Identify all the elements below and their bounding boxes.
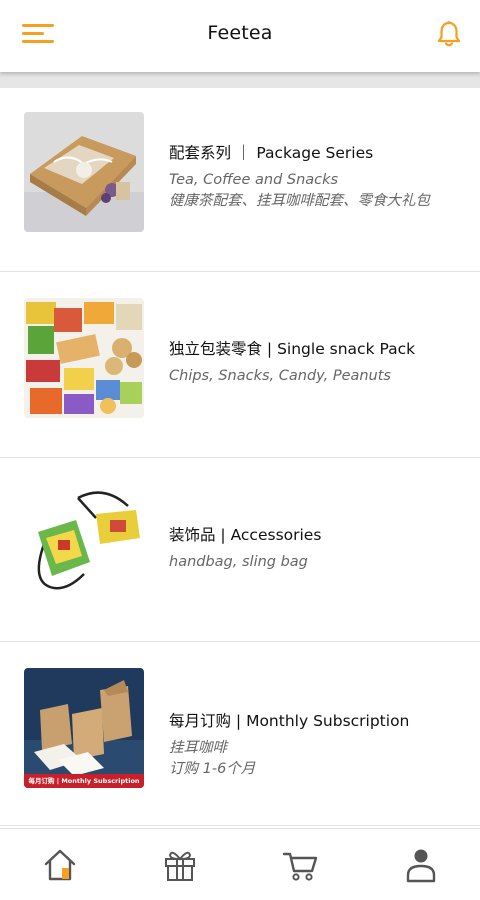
- category-item-monthly-subscription[interactable]: 每月订购 | Monthly Subscription 每月订购 | Month…: [0, 642, 480, 826]
- category-subtitle: 挂耳咖啡: [169, 740, 227, 756]
- category-info: 独立包装零食 | Single snack Pack Chips, Snacks…: [169, 338, 469, 387]
- category-title: 每月订购 | Monthly Subscription: [169, 712, 410, 730]
- category-subtitle: 订购 1-6个月: [169, 761, 256, 777]
- category-title: 装饰品 | Accessories: [169, 526, 322, 544]
- gift-package-photo: [24, 112, 144, 232]
- category-item-single-snack-pack[interactable]: 独立包装零食 | Single snack Pack Chips, Snacks…: [0, 272, 480, 458]
- category-title: 独立包装零食 | Single snack Pack: [169, 340, 416, 358]
- category-subtitle: Chips, Snacks, Candy, Peanuts: [169, 368, 391, 384]
- app-header: Feetea: [0, 0, 480, 72]
- sling-bag-photo: [24, 484, 144, 604]
- snack-packs-photo: [24, 298, 144, 418]
- category-subtitle: Tea, Coffee and Snacks: [169, 172, 339, 188]
- category-item-package-series[interactable]: 配套系列 ｜ Package Series Tea, Coffee and Sn…: [0, 88, 480, 272]
- category-item-accessories[interactable]: 装饰品 | Accessories handbag, sling bag: [0, 458, 480, 642]
- image-banner-text: 每月订购 | Monthly Subscription: [28, 777, 140, 785]
- bell-icon[interactable]: [436, 20, 462, 48]
- category-info: 装饰品 | Accessories handbag, sling bag: [169, 524, 469, 573]
- cart-icon[interactable]: [282, 847, 318, 883]
- bottom-nav: [0, 828, 480, 900]
- app-title: Feetea: [207, 22, 273, 44]
- gift-icon[interactable]: [162, 847, 198, 883]
- category-subtitle: handbag, sling bag: [169, 554, 308, 570]
- category-list: 配套系列 ｜ Package Series Tea, Coffee and Sn…: [0, 88, 480, 826]
- category-info: 每月订购 | Monthly Subscription 挂耳咖啡 订购 1-6个…: [169, 710, 469, 780]
- category-title: 配套系列 ｜ Package Series: [169, 144, 374, 162]
- subscription-photo: 每月订购 | Monthly Subscription: [24, 668, 144, 788]
- category-subtitle: 健康茶配套、挂耳咖啡配套、零食大礼包: [169, 193, 430, 209]
- user-icon[interactable]: [403, 847, 439, 883]
- header-divider: [0, 72, 480, 88]
- home-icon[interactable]: [42, 847, 78, 883]
- category-info: 配套系列 ｜ Package Series Tea, Coffee and Sn…: [169, 142, 469, 212]
